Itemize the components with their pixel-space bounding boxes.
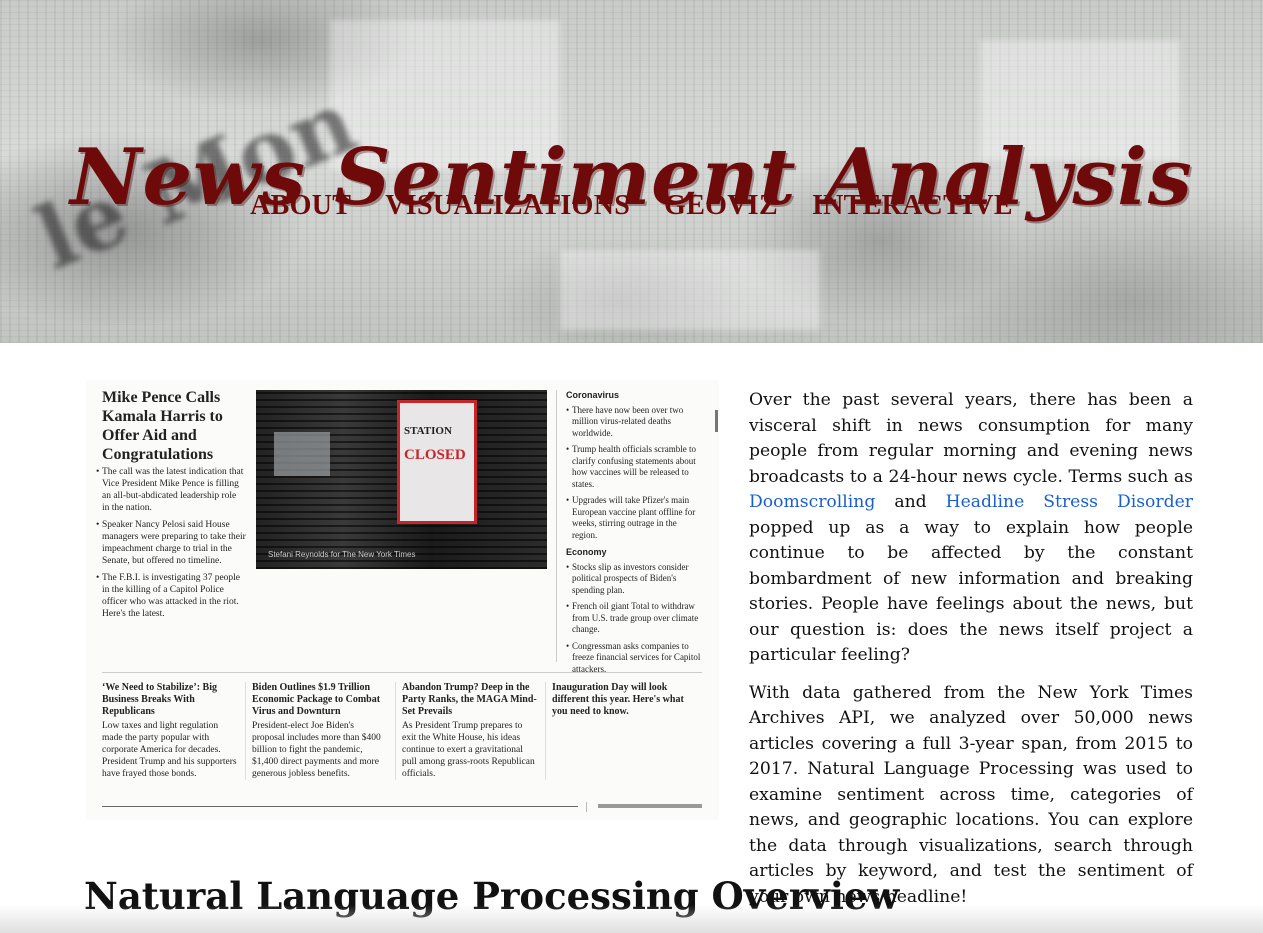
nav-geoviz[interactable]: GEOVIZ — [664, 190, 778, 222]
story-headline: ‘We Need to Stabilize’: Big Business Bre… — [102, 682, 217, 717]
main-nav: ABOUT VISUALIZATIONS GEOVIZ INTERACTIVE — [0, 190, 1263, 222]
photo-station-sign: STATION CLOSED — [397, 400, 477, 524]
sidebar-item: French oil giant Total to withdraw from … — [566, 601, 704, 636]
nav-interactive[interactable]: INTERACTIVE — [812, 190, 1013, 222]
scrollbar-indicator — [598, 804, 702, 808]
sidebar-item: Stocks slip as investors consider politi… — [566, 562, 704, 597]
bottom-stories: ‘We Need to Stabilize’: Big Business Bre… — [102, 682, 702, 780]
photo-caption: Stefani Reynolds for The New York Times — [268, 550, 416, 559]
nav-visualizations[interactable]: VISUALIZATIONS — [385, 190, 630, 222]
section-title: Natural Language Processing Overview — [84, 874, 900, 918]
sidebar-list: Stocks slip as investors consider politi… — [566, 562, 704, 676]
story-summary: As President Trump prepares to exit the … — [402, 721, 535, 779]
divider — [102, 806, 578, 807]
sign-line2: CLOSED — [404, 447, 466, 463]
sidebar-item: Congressman asks companies to freeze fin… — [566, 641, 704, 676]
story-headline: Abandon Trump? Deep in the Party Ranks, … — [402, 682, 537, 717]
hero-banner: le Mon News Sentiment Analysis ABOUT VIS… — [0, 0, 1263, 343]
lead-headline: Mike Pence Calls Kamala Harris to Offer … — [102, 389, 223, 463]
nav-about[interactable]: ABOUT — [250, 190, 351, 222]
story-column: Abandon Trump? Deep in the Party Ranks, … — [402, 682, 547, 780]
divider — [586, 802, 587, 812]
story-headline: Biden Outlines $1.9 Trillion Economic Pa… — [252, 682, 381, 717]
story-column: Biden Outlines $1.9 Trillion Economic Pa… — [252, 682, 397, 780]
lead-photo: STATION CLOSED Stefani Reynolds for The … — [256, 390, 547, 569]
intro-paragraph-1: Over the past several years, there has b… — [749, 388, 1193, 669]
lead-bullet: The F.B.I. is investigating 37 people in… — [96, 572, 246, 620]
lead-bullet: The call was the latest indication that … — [96, 466, 246, 514]
background-newspaper — [560, 250, 820, 330]
scrollbar-indicator — [715, 410, 718, 432]
story-summary: Low taxes and light regulation made the … — [102, 721, 237, 779]
intro-text-segment: Over the past several years, there has b… — [749, 390, 1193, 487]
doomscrolling-link[interactable]: Doomscrolling — [749, 492, 875, 512]
divider — [556, 390, 557, 662]
lead-bullet: Speaker Nancy Pelosi said House managers… — [96, 519, 246, 567]
section-heading: Coronavirus — [566, 390, 620, 400]
photo-window — [274, 432, 330, 476]
sidebar-item: Trump health officials scramble to clari… — [566, 444, 704, 490]
sidebar-item: There have now been over two million vir… — [566, 405, 704, 440]
sidebar-item: Upgrades will take Pfizer's main Europea… — [566, 495, 704, 541]
sidebar-list: There have now been over two million vir… — [566, 405, 704, 542]
lead-bullets: The call was the latest indication that … — [96, 466, 246, 625]
newspaper-screenshot: Mike Pence Calls Kamala Harris to Offer … — [86, 380, 719, 820]
divider — [102, 672, 702, 673]
news-sidebar: Coronavirus There have now been over two… — [566, 390, 704, 681]
intro-text-segment: and — [875, 492, 946, 512]
headline-stress-disorder-link[interactable]: Headline Stress Disorder — [946, 492, 1193, 512]
intro-text: Over the past several years, there has b… — [749, 388, 1193, 922]
story-column: ‘We Need to Stabilize’: Big Business Bre… — [102, 682, 247, 780]
section-heading: Economy — [566, 547, 607, 557]
story-headline: Inauguration Day will look different thi… — [552, 682, 684, 717]
intro-text-segment: popped up as a way to explain how people… — [749, 517, 1193, 666]
story-column: Inauguration Day will look different thi… — [552, 682, 696, 780]
story-summary: President-elect Joe Biden's proposal inc… — [252, 721, 381, 779]
sign-line1: STATION — [404, 425, 452, 437]
